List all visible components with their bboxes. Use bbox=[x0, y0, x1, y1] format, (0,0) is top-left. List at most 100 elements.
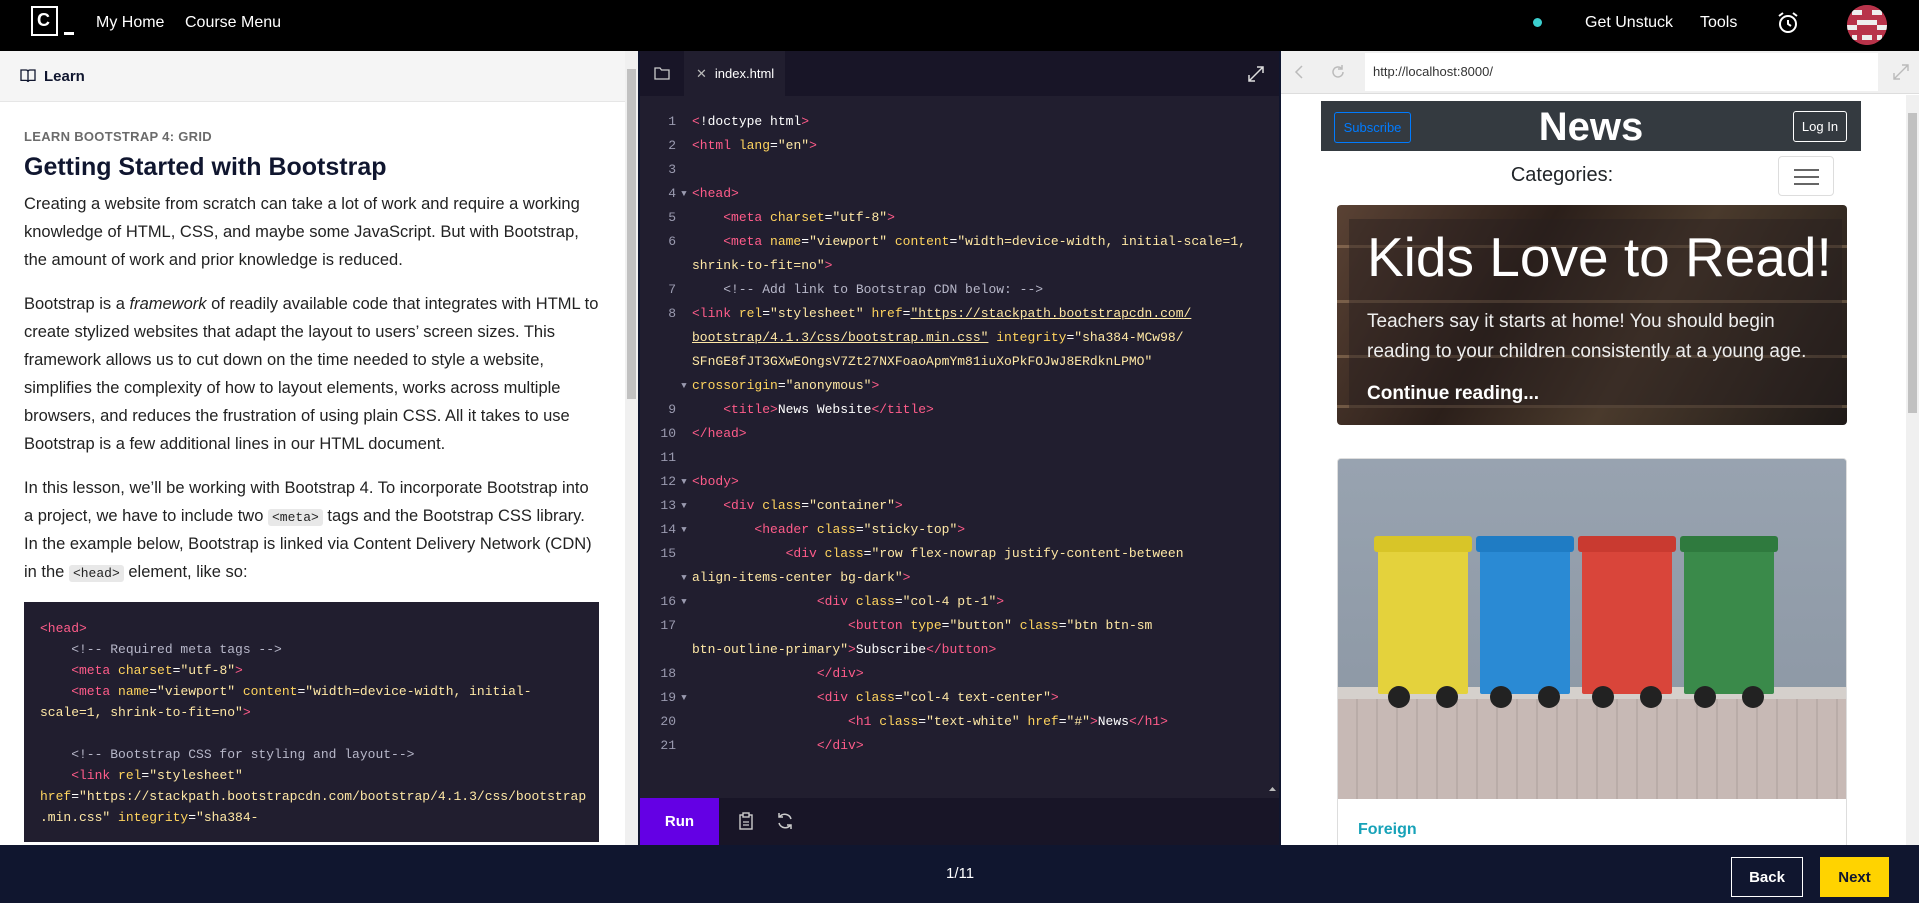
clipboard-icon[interactable] bbox=[736, 811, 756, 831]
run-button[interactable]: Run bbox=[640, 798, 719, 845]
code-text[interactable]: btn-outline-primary">Subscribe</button> bbox=[692, 638, 996, 662]
fold-arrow-icon[interactable]: ▼ bbox=[676, 686, 692, 710]
fold-gutter bbox=[676, 278, 692, 302]
learn-scrollbar[interactable] bbox=[625, 51, 638, 845]
code-text[interactable]: </div> bbox=[692, 662, 864, 686]
code-text[interactable]: <button type="button" class="btn btn-sm bbox=[692, 614, 1152, 638]
code-line[interactable]: 15 <div class="row flex-nowrap justify-c… bbox=[640, 542, 1279, 566]
code-line[interactable]: bootstrap/4.1.3/css/bootstrap.min.css" i… bbox=[640, 326, 1279, 350]
code-line[interactable]: 8 <link rel="stylesheet" href="https://st… bbox=[640, 302, 1279, 326]
codecademy-logo[interactable]: C bbox=[31, 6, 74, 40]
avatar[interactable] bbox=[1847, 5, 1887, 45]
expand-icon[interactable] bbox=[1247, 65, 1265, 83]
code-text[interactable]: SFnGE8fJT3GXwEOngsV7Zt27NXFoaoApmYm81iuX… bbox=[692, 350, 1152, 374]
code-text[interactable]: <meta charset="utf-8"> bbox=[692, 206, 895, 230]
fold-arrow-icon[interactable]: ▼ bbox=[676, 590, 692, 614]
code-line[interactable]: 14 ▼ <header class="sticky-top"> bbox=[640, 518, 1279, 542]
code-line[interactable]: 16 ▼ <div class="col-4 pt-1"> bbox=[640, 590, 1279, 614]
alarm-clock-icon[interactable] bbox=[1776, 11, 1800, 35]
code-text[interactable]: </div> bbox=[692, 734, 864, 750]
code-line[interactable]: btn-outline-primary">Subscribe</button> bbox=[640, 638, 1279, 662]
hamburger-menu-icon[interactable] bbox=[1778, 156, 1834, 196]
next-button[interactable]: Next bbox=[1820, 857, 1889, 897]
code-line[interactable]: 19 ▼ <div class="col-4 text-center"> bbox=[640, 686, 1279, 710]
editor-scrollbar[interactable] bbox=[1266, 96, 1279, 798]
hero-text: Teachers say it starts at home! You shou… bbox=[1367, 311, 1807, 362]
code-line[interactable]: 4 ▼ <head> bbox=[640, 182, 1279, 206]
reload-icon[interactable] bbox=[1329, 63, 1347, 81]
back-arrow-icon[interactable] bbox=[1291, 63, 1309, 81]
close-icon[interactable]: ✕ bbox=[696, 66, 707, 82]
code-line[interactable]: shrink-to-fit=no"> bbox=[640, 254, 1279, 278]
code-line[interactable]: 13 ▼ <div class="container"> bbox=[640, 494, 1279, 518]
code-text[interactable]: shrink-to-fit=no"> bbox=[692, 254, 832, 278]
article-card: Foreign bbox=[1337, 458, 1847, 845]
code-lines[interactable]: 1 <!doctype html> 2 <html lang="en"> 3 4 ▼ <hea… bbox=[640, 110, 1279, 750]
code-text[interactable]: <html lang="en"> bbox=[692, 134, 817, 158]
my-home-link[interactable]: My Home bbox=[96, 14, 164, 32]
code-line[interactable]: 6 <meta name="viewport" content="width=d… bbox=[640, 230, 1279, 254]
code-line[interactable]: 12 ▼ <body> bbox=[640, 470, 1279, 494]
code-editor: ✕ index.html 1 <!doctype html> 2 <html lang… bbox=[640, 51, 1279, 845]
code-line[interactable]: 20 <h1 class="text-white" href="#">News<… bbox=[640, 710, 1279, 734]
code-text[interactable]: <body> bbox=[692, 470, 739, 494]
get-unstuck-link[interactable]: Get Unstuck bbox=[1585, 14, 1673, 32]
code-text[interactable]: <!doctype html> bbox=[692, 110, 809, 134]
code-text[interactable]: bootstrap/4.1.3/css/bootstrap.min.css" i… bbox=[692, 326, 1184, 350]
fold-gutter bbox=[676, 326, 692, 350]
code-text[interactable]: <div class="row flex-nowrap justify-cont… bbox=[692, 542, 1184, 566]
code-line[interactable]: 2 <html lang="en"> bbox=[640, 134, 1279, 158]
line-number bbox=[640, 326, 676, 350]
tab-index-html[interactable]: ✕ index.html bbox=[684, 51, 785, 96]
tools-link[interactable]: Tools bbox=[1700, 14, 1737, 32]
code-text[interactable]: <div class="container"> bbox=[692, 494, 902, 518]
url-field[interactable]: http://localhost:8000/ bbox=[1365, 53, 1878, 91]
code-text[interactable]: <header class="sticky-top"> bbox=[692, 518, 965, 542]
browser-scrollbar[interactable] bbox=[1906, 95, 1919, 845]
continue-reading-link[interactable]: Continue reading... bbox=[1367, 383, 1539, 405]
code-line[interactable]: 11 bbox=[640, 446, 1279, 470]
fold-arrow-icon[interactable]: ▼ bbox=[676, 518, 692, 542]
line-number: 10 bbox=[660, 426, 676, 441]
fold-gutter bbox=[676, 398, 692, 422]
code-line[interactable]: ▼ crossorigin="anonymous"> bbox=[640, 374, 1279, 398]
code-text[interactable]: crossorigin="anonymous"> bbox=[692, 374, 879, 398]
line-number: 20 bbox=[660, 714, 676, 729]
code-line[interactable]: ▼ align-items-center bg-dark"> bbox=[640, 566, 1279, 590]
expand-browser-icon[interactable] bbox=[1892, 63, 1910, 81]
line-number: 9 bbox=[668, 402, 676, 417]
code-text[interactable]: align-items-center bg-dark"> bbox=[692, 566, 910, 590]
code-line[interactable]: 17 <button type="button" class="btn btn-… bbox=[640, 614, 1279, 638]
code-line[interactable]: 10 </head> bbox=[640, 422, 1279, 446]
card-category[interactable]: Foreign bbox=[1358, 821, 1417, 839]
folder-icon[interactable] bbox=[654, 66, 670, 80]
code-text[interactable]: <head> bbox=[692, 182, 739, 206]
line-number: 5 bbox=[668, 210, 676, 225]
code-text[interactable]: <!-- Add link to Bootstrap CDN below: --… bbox=[692, 278, 1043, 302]
code-line[interactable]: 3 bbox=[640, 158, 1279, 182]
code-text[interactable]: </head> bbox=[692, 422, 747, 446]
refresh-icon[interactable] bbox=[775, 811, 795, 831]
code-text[interactable]: <link rel="stylesheet" href="https://sta… bbox=[692, 302, 1191, 326]
code-text[interactable]: <title>News Website</title> bbox=[692, 398, 934, 422]
code-text[interactable]: <div class="col-4 pt-1"> bbox=[692, 590, 1004, 614]
fold-arrow-icon[interactable]: ▼ bbox=[676, 494, 692, 518]
fold-arrow-icon[interactable]: ▼ bbox=[676, 374, 692, 398]
code-text[interactable]: <h1 class="text-white" href="#">News</h1… bbox=[692, 710, 1168, 734]
code-line[interactable]: 5 <meta charset="utf-8"> bbox=[640, 206, 1279, 230]
login-button[interactable]: Log In bbox=[1793, 111, 1847, 142]
code-line[interactable]: 9 <title>News Website</title> bbox=[640, 398, 1279, 422]
code-line[interactable]: 7 <!-- Add link to Bootstrap CDN below: … bbox=[640, 278, 1279, 302]
code-line[interactable]: 1 <!doctype html> bbox=[640, 110, 1279, 134]
code-line[interactable]: 18 </div> bbox=[640, 662, 1279, 686]
code-text[interactable]: <div class="col-4 text-center"> bbox=[692, 686, 1059, 710]
code-line[interactable]: 21 </div> bbox=[640, 734, 1279, 750]
course-menu-link[interactable]: Course Menu bbox=[185, 14, 281, 32]
top-nav: C My Home Course Menu Get Unstuck Tools bbox=[0, 0, 1919, 51]
fold-arrow-icon[interactable]: ▼ bbox=[676, 470, 692, 494]
fold-arrow-icon[interactable]: ▼ bbox=[676, 566, 692, 590]
fold-arrow-icon[interactable]: ▼ bbox=[676, 182, 692, 206]
back-button[interactable]: Back bbox=[1731, 857, 1803, 897]
code-line[interactable]: SFnGE8fJT3GXwEOngsV7Zt27NXFoaoApmYm81iuX… bbox=[640, 350, 1279, 374]
code-text[interactable]: <meta name="viewport" content="width=dev… bbox=[692, 230, 1246, 254]
